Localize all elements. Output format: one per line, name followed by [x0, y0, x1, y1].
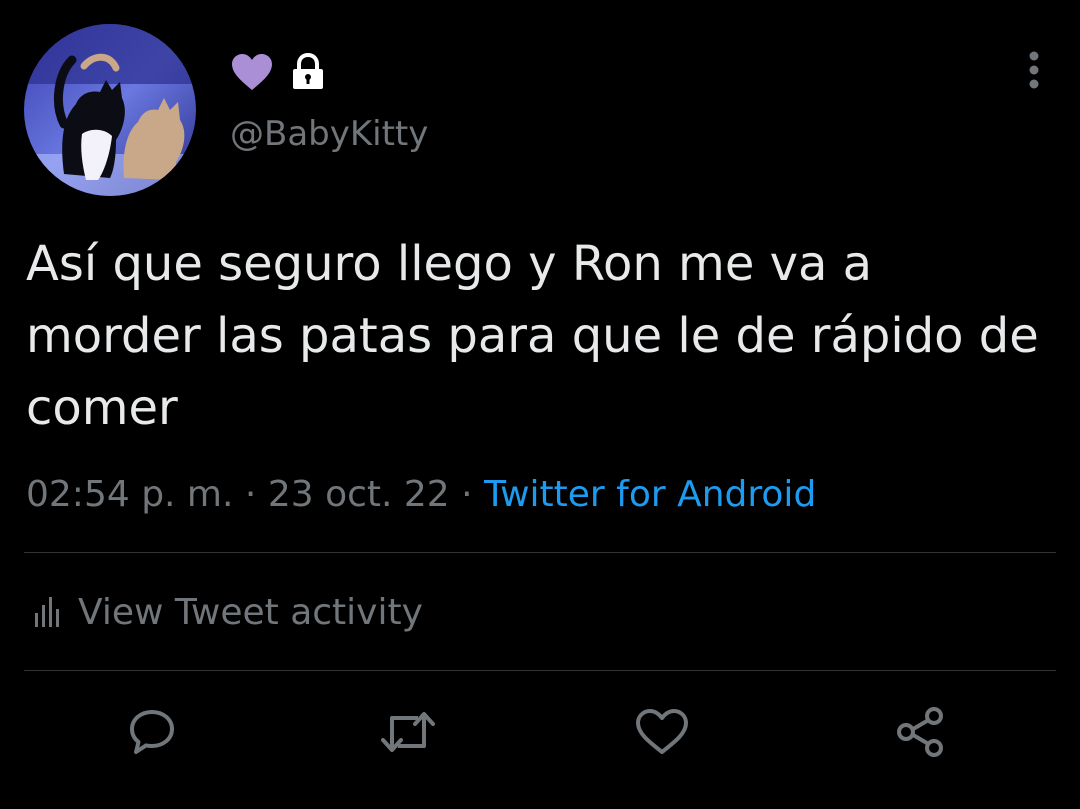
retweet-button[interactable] — [378, 702, 438, 762]
tweet-time: 02:54 p. m. — [26, 474, 234, 515]
vertical-ellipsis-icon — [1029, 51, 1039, 89]
lock-icon — [293, 52, 323, 89]
bar-chart-icon — [35, 597, 59, 627]
divider — [24, 670, 1056, 671]
meta-separator: · — [244, 474, 257, 515]
share-icon — [897, 707, 943, 757]
name-badges — [230, 52, 326, 92]
reply-button[interactable] — [122, 702, 182, 762]
like-button[interactable] — [632, 702, 692, 762]
divider — [24, 552, 1056, 553]
heart-outline-icon — [636, 709, 688, 754]
view-tweet-activity-button[interactable]: View Tweet activity — [34, 586, 423, 638]
speech-bubble-icon — [130, 710, 174, 754]
tweet-date: 23 oct. 22 — [267, 474, 450, 515]
more-options-button[interactable] — [1016, 48, 1052, 92]
avatar[interactable] — [24, 24, 196, 196]
tweet-text: Así que seguro llego y Ron me va a morde… — [26, 236, 1039, 436]
tweet-meta: 02:54 p. m. · 23 oct. 22 · Twitter for A… — [26, 470, 816, 520]
view-tweet-activity-label: View Tweet activity — [78, 591, 423, 633]
cat-avatar-icon — [24, 24, 196, 196]
retweet-icon — [381, 712, 435, 752]
meta-separator: · — [461, 474, 473, 515]
purple-heart-icon — [232, 54, 272, 90]
author-handle[interactable]: @BabyKitty — [230, 112, 428, 156]
share-button[interactable] — [890, 702, 950, 762]
tweet-source-link[interactable]: Twitter for Android — [484, 474, 816, 515]
